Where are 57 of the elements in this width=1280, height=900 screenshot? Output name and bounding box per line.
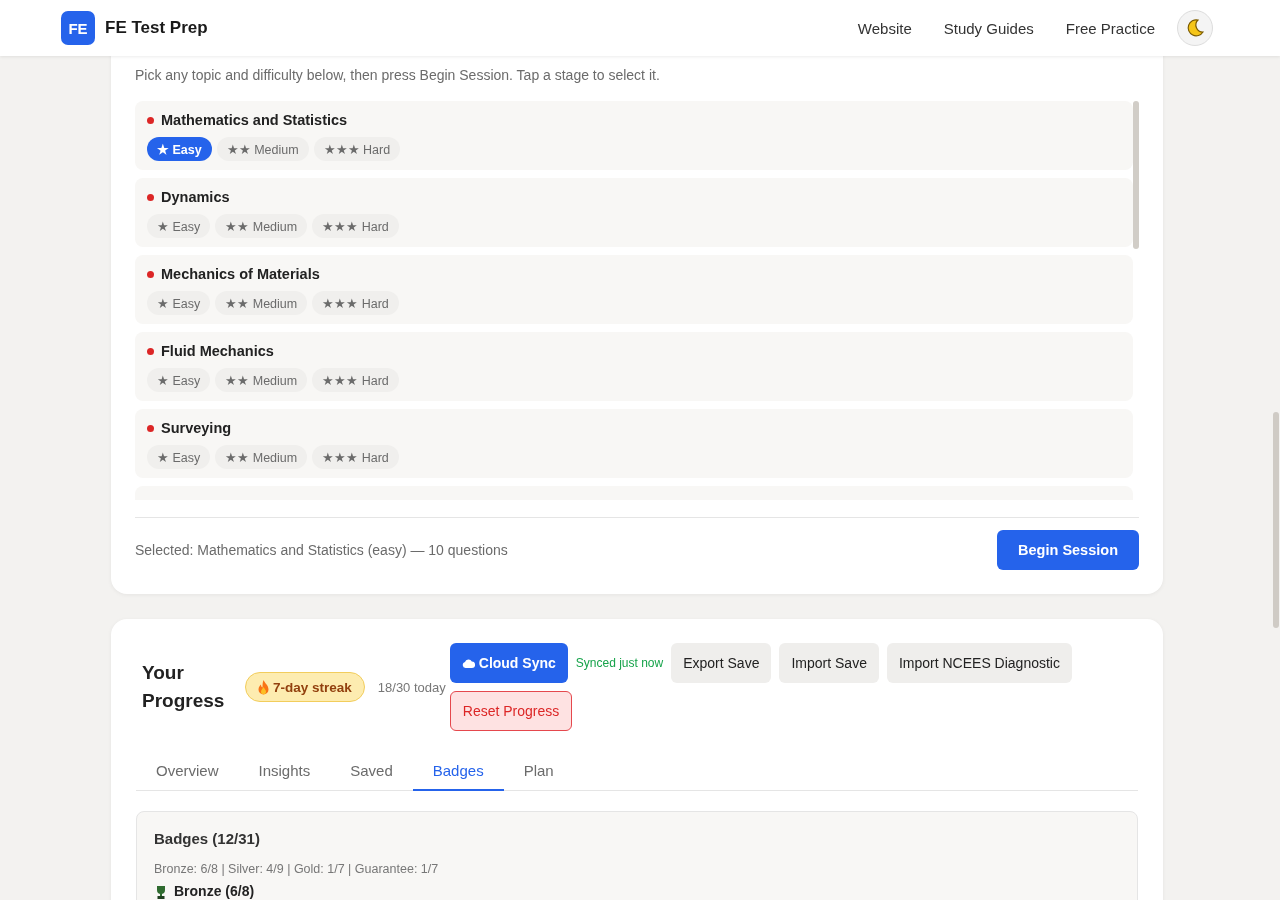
- daily-count: 18/30 today: [377, 679, 446, 695]
- status-dot-icon: [147, 194, 154, 201]
- theme-toggle-button[interactable]: [1177, 10, 1213, 46]
- topic-title: Surveying: [161, 419, 232, 438]
- difficulty-chip[interactable]: ★ Easy: [147, 291, 211, 315]
- status-dot-icon: [147, 348, 154, 355]
- action-button[interactable]: Import NCEES Diagnostic: [886, 643, 1072, 683]
- logo[interactable]: FE: [61, 11, 95, 45]
- topic-title: Mechanics of Materials: [161, 265, 320, 284]
- tab[interactable]: Plan: [503, 752, 574, 791]
- sync-status: Synced just now: [575, 656, 664, 670]
- tab[interactable]: Insights: [238, 752, 331, 791]
- status-dot-icon: [147, 425, 154, 432]
- tab[interactable]: Badges: [412, 752, 504, 791]
- action-button[interactable]: Export Save: [671, 643, 772, 683]
- reset-button[interactable]: Reset Progress: [449, 691, 573, 731]
- trophy-icon: [154, 884, 168, 899]
- tab[interactable]: Overview: [136, 752, 239, 791]
- flame-icon: [258, 679, 269, 695]
- difficulty-chip[interactable]: ★ Easy: [147, 368, 211, 392]
- difficulty-chip[interactable]: ★★★ Hard: [312, 214, 399, 238]
- difficulty-chip[interactable]: ★★ Medium: [216, 137, 309, 161]
- badge-group-title: Bronze (6/8): [174, 884, 255, 899]
- topic-title: Fluid Mechanics: [161, 342, 274, 361]
- scrollbar[interactable]: [1273, 412, 1279, 628]
- streak-label: 7-day streak: [273, 679, 352, 695]
- status-dot-icon: [147, 271, 154, 278]
- difficulty-chip[interactable]: ★★★ Hard: [313, 137, 401, 161]
- selection-summary: Selected: Mathematics and Statistics (easy) — 10 questions: [135, 542, 508, 558]
- moon-icon: [1185, 18, 1205, 38]
- difficulty-chip[interactable]: ★★ Medium: [215, 368, 308, 392]
- topic-title: Mathematics and Statistics: [161, 111, 348, 130]
- difficulty-chip[interactable]: ★ Easy: [147, 445, 211, 469]
- begin-session-button[interactable]: Begin Session: [997, 530, 1139, 570]
- difficulty-chip[interactable]: ★ Easy: [147, 137, 212, 161]
- scrollbar[interactable]: [1133, 101, 1139, 249]
- cloud-icon: [461, 658, 475, 668]
- difficulty-chip[interactable]: ★★ Medium: [215, 445, 308, 469]
- instructions-text: Pick any topic and difficulty below, then press Begin Session. Tap a stage to select it.: [135, 66, 661, 84]
- difficulty-chip[interactable]: ★★ Medium: [215, 214, 308, 238]
- difficulty-chip[interactable]: ★★★ Hard: [312, 291, 399, 315]
- nav-link[interactable]: Study Guides: [943, 19, 1034, 37]
- cloud-sync-button[interactable]: Cloud Sync: [449, 643, 568, 683]
- tab[interactable]: Saved: [330, 752, 413, 791]
- status-dot-icon: [147, 117, 154, 124]
- panel-title: Badges (12/31): [154, 830, 261, 848]
- action-button[interactable]: Import Save: [779, 643, 879, 683]
- site-title[interactable]: FE Test Prep: [105, 18, 208, 38]
- topic-title: Dynamics: [161, 188, 230, 207]
- difficulty-chip[interactable]: ★★★ Hard: [312, 445, 399, 469]
- badge-summary: Bronze: 6/8 | Silver: 4/9 | Gold: 1/7 | Guarantee: 1/7: [154, 861, 440, 877]
- section-title: Your Progress: [142, 661, 226, 713]
- nav-link[interactable]: Free Practice: [1065, 19, 1155, 37]
- difficulty-chip[interactable]: ★ Easy: [147, 214, 211, 238]
- difficulty-chip[interactable]: ★★★ Hard: [312, 368, 399, 392]
- difficulty-chip[interactable]: ★★ Medium: [215, 291, 308, 315]
- nav-link[interactable]: Website: [857, 19, 912, 37]
